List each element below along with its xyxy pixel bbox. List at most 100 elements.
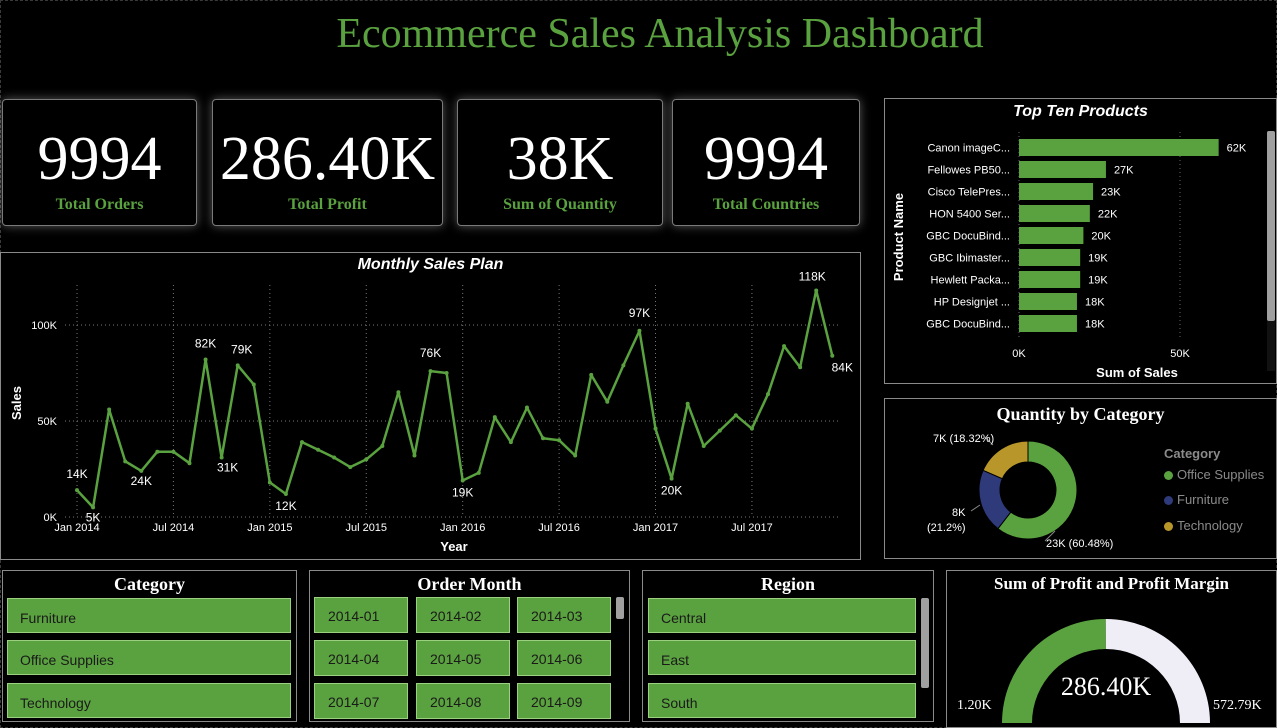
legend-item-technology[interactable]: Technology <box>1164 518 1243 533</box>
profit-gauge-panel[interactable]: Sum of Profit and Profit Margin 286.40K … <box>946 570 1277 728</box>
legend-item-furniture[interactable]: Furniture <box>1164 492 1229 507</box>
data-point[interactable] <box>139 468 144 473</box>
data-point[interactable] <box>396 390 401 395</box>
data-point[interactable] <box>814 288 819 293</box>
slicer-item-month[interactable]: 2014-08 <box>416 683 510 719</box>
data-point[interactable] <box>766 392 771 397</box>
kpi-card-total-countries[interactable]: 9994 Total Countries <box>672 99 860 226</box>
category-slicer[interactable]: Category Furniture Office Supplies Techn… <box>2 570 297 722</box>
data-point[interactable] <box>364 457 369 462</box>
data-point[interactable] <box>251 382 256 387</box>
donut-slice[interactable] <box>982 440 1029 480</box>
slicer-item-office-supplies[interactable]: Office Supplies <box>7 640 291 675</box>
data-point[interactable] <box>621 363 626 368</box>
region-slicer[interactable]: Region Central East South <box>642 570 934 722</box>
bar[interactable] <box>1019 227 1084 244</box>
data-point[interactable] <box>75 488 79 493</box>
sales-series-line[interactable] <box>76 289 834 509</box>
data-point[interactable] <box>685 401 690 406</box>
data-point[interactable] <box>798 365 803 370</box>
data-point[interactable] <box>589 372 594 377</box>
scroll-thumb[interactable] <box>616 597 624 619</box>
bar[interactable] <box>1019 139 1219 156</box>
bar[interactable] <box>1019 161 1106 178</box>
monthly-sales-panel[interactable]: Monthly Sales Plan 0K 50K 100K Jan 2014 Jul … <box>0 252 861 560</box>
data-point[interactable] <box>669 476 674 481</box>
slicer-item-month[interactable]: 2014-09 <box>517 683 611 719</box>
data-point[interactable] <box>733 413 738 418</box>
data-point[interactable] <box>316 447 321 452</box>
data-point[interactable] <box>653 426 658 431</box>
data-point[interactable] <box>412 453 417 458</box>
data-point[interactable] <box>508 440 513 445</box>
data-point[interactable] <box>91 505 96 510</box>
data-point[interactable] <box>541 436 546 441</box>
data-point[interactable] <box>428 369 433 374</box>
slicer-item-month[interactable]: 2014-07 <box>314 683 408 719</box>
data-point[interactable] <box>460 478 465 483</box>
profit-gauge-chart[interactable]: 286.40K 1.20K 572.79K <box>947 571 1276 727</box>
data-point[interactable] <box>701 443 706 448</box>
data-point[interactable] <box>283 491 288 496</box>
kpi-card-total-orders[interactable]: 9994 Total Orders <box>2 99 197 226</box>
data-point[interactable] <box>332 455 337 460</box>
top-products-chart[interactable]: 0K 50K Canon imageC... 62K Fellowes PB50...… <box>885 99 1276 383</box>
data-point[interactable] <box>348 465 353 470</box>
slicer-item-month[interactable]: 2014-06 <box>517 640 611 676</box>
data-point[interactable] <box>187 461 192 466</box>
data-point[interactable] <box>830 353 835 358</box>
data-point[interactable] <box>235 363 240 368</box>
slicer-item-month[interactable]: 2014-03 <box>517 597 611 633</box>
legend-item-office-supplies[interactable]: Office Supplies <box>1164 467 1264 482</box>
x-tick-label: Jan 2015 <box>247 522 292 534</box>
bar[interactable] <box>1019 315 1077 332</box>
data-point[interactable] <box>299 440 304 445</box>
quantity-category-panel[interactable]: Quantity by Category 7K (18.32%) 8K (21.… <box>884 398 1277 559</box>
gauge-value-arc[interactable] <box>1002 619 1106 723</box>
bar[interactable] <box>1019 271 1081 288</box>
data-point[interactable] <box>155 449 160 454</box>
top-products-panel[interactable]: Top Ten Products 0K 50K Canon imageC... 62… <box>884 98 1277 384</box>
data-point[interactable] <box>219 455 224 460</box>
kpi-card-total-profit[interactable]: 286.40K Total Profit <box>212 99 443 226</box>
scroll-thumb[interactable] <box>921 598 929 688</box>
data-point[interactable] <box>782 344 787 349</box>
slicer-item-south[interactable]: South <box>648 683 916 718</box>
slicer-item-furniture[interactable]: Furniture <box>7 598 291 633</box>
data-point[interactable] <box>444 371 449 375</box>
data-point[interactable] <box>380 443 385 448</box>
kpi-card-sum-quantity[interactable]: 38K Sum of Quantity <box>457 99 663 226</box>
slicer-item-east[interactable]: East <box>648 640 916 675</box>
slicer-item-month[interactable]: 2014-05 <box>416 640 510 676</box>
monthly-sales-chart[interactable]: 0K50K100KJan 2014 Jul 2014 Jan 2015 Jul 201… <box>1 253 860 559</box>
data-point[interactable] <box>267 480 272 485</box>
data-point[interactable] <box>573 453 578 458</box>
scrollbar[interactable] <box>921 598 929 718</box>
bar[interactable] <box>1019 249 1081 266</box>
bar[interactable] <box>1019 205 1090 222</box>
y-axis-title: Product Name <box>891 193 906 281</box>
slicer-item-central[interactable]: Central <box>648 598 916 633</box>
scrollbar[interactable] <box>616 597 624 719</box>
data-point[interactable] <box>605 399 610 404</box>
slicer-item-month[interactable]: 2014-04 <box>314 640 408 676</box>
data-point[interactable] <box>749 426 754 431</box>
bar[interactable] <box>1019 183 1094 200</box>
scroll-thumb[interactable] <box>1267 131 1275 321</box>
data-point[interactable] <box>637 328 642 333</box>
data-point[interactable] <box>171 449 176 454</box>
data-point[interactable] <box>203 357 208 362</box>
data-point[interactable] <box>717 428 722 433</box>
data-point[interactable] <box>107 407 112 412</box>
slicer-item-month[interactable]: 2014-01 <box>314 597 408 633</box>
order-month-slicer[interactable]: Order Month 2014-01 2014-02 2014-03 2014… <box>309 570 630 722</box>
slicer-item-month[interactable]: 2014-02 <box>416 597 510 633</box>
data-point[interactable] <box>524 405 529 410</box>
scrollbar[interactable] <box>1267 131 1275 371</box>
bar[interactable] <box>1019 293 1077 310</box>
data-point[interactable] <box>123 459 128 464</box>
data-point[interactable] <box>557 438 562 443</box>
data-point[interactable] <box>476 470 481 475</box>
slicer-item-technology[interactable]: Technology <box>7 683 291 718</box>
data-point[interactable] <box>492 415 497 420</box>
